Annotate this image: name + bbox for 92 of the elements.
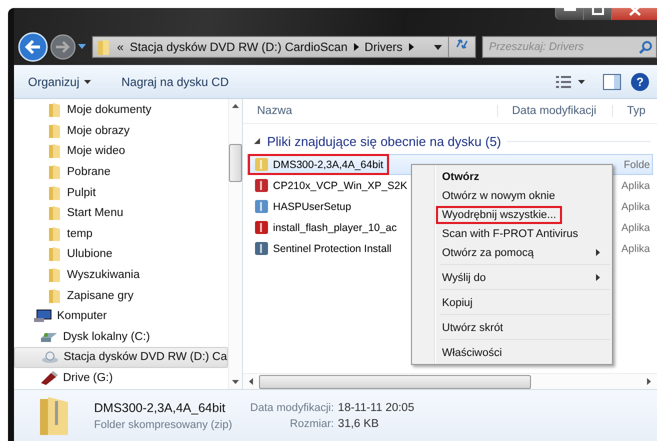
forward-button[interactable]	[50, 34, 76, 60]
minimize-icon	[564, 8, 576, 12]
nav-item[interactable]: Moje wideo	[14, 141, 228, 162]
disc-drive-icon	[41, 350, 59, 364]
toolbar-button[interactable]: Nagraj na dysku CD	[115, 72, 235, 90]
nav-item[interactable]: Komputer	[14, 306, 228, 327]
toolbar-button[interactable]: Organizuj	[22, 72, 98, 90]
folder-icon	[97, 38, 111, 56]
menu-item[interactable]: Kopiuj	[414, 293, 610, 312]
file-type: Aplika	[621, 180, 651, 192]
caret-icon	[84, 80, 92, 84]
menu-item[interactable]: Utwórz skrót	[414, 318, 610, 337]
group-header[interactable]: Pliki znajdujące się obecnie na dysku (5)	[243, 128, 657, 154]
column-header[interactable]: Nazwa	[243, 105, 498, 117]
folder-icon	[48, 267, 62, 284]
menu-item[interactable]: Właściwości	[414, 343, 610, 362]
installer-icon	[254, 241, 269, 256]
nav-item[interactable]: Moje dokumenty	[14, 100, 228, 121]
column-header[interactable]: Typ	[613, 105, 657, 117]
folder-icon	[48, 184, 62, 201]
field-value: 18-11-11 20:05	[338, 402, 414, 414]
history-caret-icon[interactable]	[78, 44, 86, 50]
file-name[interactable]: CP210x_VCP_Win_XP_S2K	[248, 175, 414, 196]
nav-item[interactable]: Dysk lokalny (C:)	[14, 326, 228, 348]
nav-item[interactable]: Ulubione	[14, 244, 228, 265]
folder-icon	[48, 102, 62, 118]
search-field[interactable]: Przeszukaj: Drivers	[482, 36, 657, 58]
menu-item[interactable]: Otwórz w nowym oknie	[414, 186, 610, 205]
address-bar[interactable]: « Stacja dysków DVD RW (D:) CardioScan Drivers	[92, 36, 476, 58]
usb-drive-icon	[40, 371, 58, 386]
scroll-left-icon[interactable]	[249, 378, 253, 385]
file-name[interactable]: install_flash_player_10_ac	[248, 217, 403, 238]
scroll-up-icon[interactable]	[232, 104, 239, 108]
column-header[interactable]: Data modyfikacji	[498, 105, 613, 117]
breadcrumb[interactable]: «	[117, 40, 124, 54]
dropdown-caret-icon[interactable]	[578, 80, 585, 84]
nav-item[interactable]: Pulpit	[14, 182, 228, 203]
chevron-icon[interactable]	[408, 43, 414, 51]
scrollbar[interactable]	[243, 373, 657, 389]
dropdown-caret-icon[interactable]	[434, 44, 442, 50]
nav-item[interactable]: Wyszukiwania	[14, 264, 228, 286]
file-type: Aplika	[621, 200, 651, 212]
nav-item[interactable]: Start Menu	[14, 202, 228, 224]
chevron-icon[interactable]	[354, 43, 359, 51]
submenu-arrow-icon	[596, 274, 600, 281]
scroll-right-icon[interactable]	[647, 378, 651, 385]
folder-icon	[48, 143, 62, 160]
file-type: Aplika	[621, 222, 651, 234]
file-name[interactable]: HASPUserSetup	[248, 196, 358, 217]
folder-icon	[48, 288, 62, 304]
computer-icon	[34, 309, 52, 324]
breadcrumb[interactable]: Drivers	[364, 40, 403, 54]
app-icon	[254, 178, 269, 193]
back-button[interactable]	[18, 32, 48, 62]
nav-item[interactable]: Drive (G:)	[14, 368, 228, 388]
nav-item[interactable]: Moje obrazy	[14, 120, 228, 142]
nav-item[interactable]: Stacja dysków DVD RW (D:) Ca	[14, 347, 228, 368]
maximize-icon	[592, 8, 604, 15]
folder-icon	[48, 205, 62, 222]
field-label: Rozmiar:	[288, 418, 334, 430]
help-button[interactable]: ?	[631, 72, 649, 90]
expand-arrow-icon[interactable]	[253, 137, 261, 145]
search-icon[interactable]	[639, 41, 652, 54]
scrollbar[interactable]	[228, 99, 242, 389]
menu-item[interactable]: Otwórz	[414, 167, 610, 186]
file-name: DMS300-2,3A,4A_64bit	[94, 400, 226, 414]
file-type: Folder skompresowany (zip)	[94, 418, 232, 430]
preview-pane-icon[interactable]	[603, 74, 621, 90]
folder-icon	[48, 122, 62, 139]
file-type: Folde	[624, 158, 651, 170]
folder-icon	[48, 164, 62, 180]
menu-item[interactable]: Otwórz za pomocą	[414, 243, 610, 262]
installer-icon	[254, 220, 269, 235]
menu-item[interactable]: Scan with F-PROT Antivirus	[414, 224, 610, 243]
field-label: Data modyfikacji:	[250, 402, 334, 414]
file-name[interactable]: DMS300-2,3A,4A_64bit	[248, 154, 390, 175]
file-name[interactable]: Sentinel Protection Install	[248, 238, 398, 259]
submenu-arrow-icon	[596, 249, 600, 256]
setup-icon	[254, 199, 269, 214]
file-type: Aplika	[621, 242, 651, 254]
folder-icon	[48, 226, 62, 242]
folder-icon	[48, 246, 62, 262]
view-options-icon[interactable]	[556, 74, 572, 88]
scroll-down-icon[interactable]	[232, 380, 239, 384]
scroll-thumb[interactable]	[259, 374, 531, 388]
nav-item[interactable]: Pobrane	[14, 162, 228, 182]
field-value: 31,6 KB	[338, 418, 380, 430]
nav-item[interactable]: temp	[14, 224, 228, 244]
nav-item[interactable]: Zapisane gry	[14, 285, 228, 306]
breadcrumb[interactable]: Stacja dysków DVD RW (D:) CardioScan	[130, 40, 348, 54]
menu-item[interactable]: Wyślij do	[414, 268, 610, 287]
scroll-thumb[interactable]	[229, 144, 242, 182]
